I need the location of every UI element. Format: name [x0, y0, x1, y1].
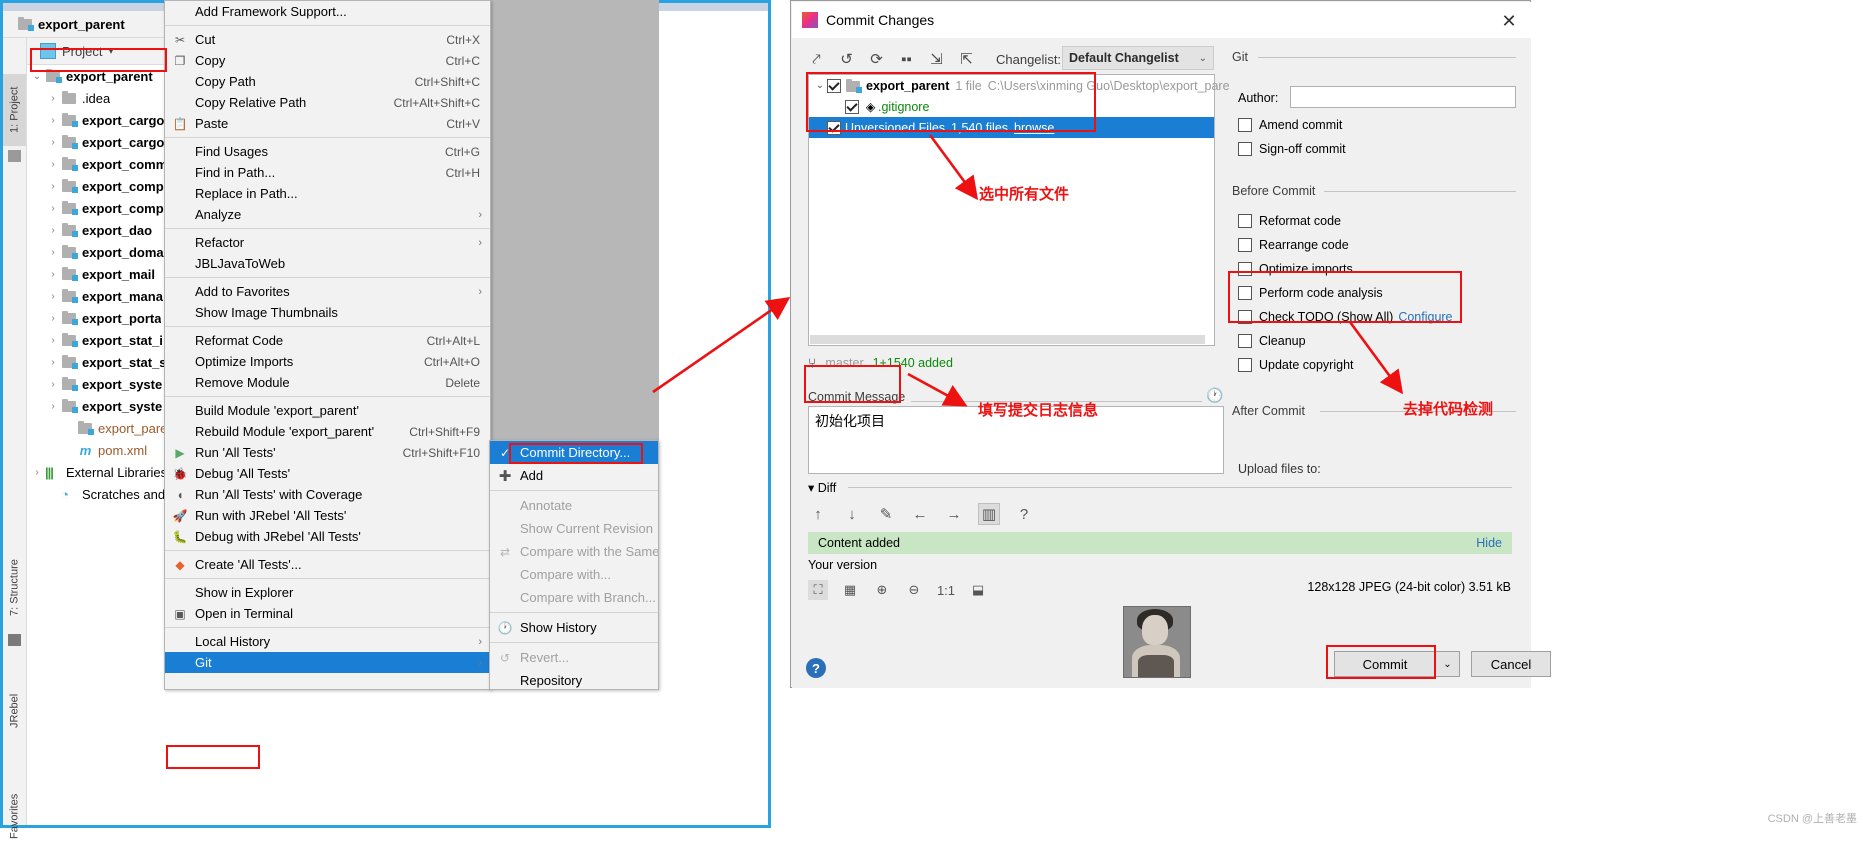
annotation-box-commit-message [804, 365, 901, 403]
annotation-box-before-commit [1228, 271, 1462, 323]
annotation-box-project-root [30, 48, 167, 72]
annotation-text: 选中所有文件 [979, 186, 1070, 203]
annotation-box-git-item [166, 745, 260, 769]
annotation-box-file-list [806, 72, 1096, 132]
annotation-text: 去掉代码检测 [1403, 401, 1494, 418]
annotation-text: 填写提交日志信息 [978, 402, 1099, 419]
annotation-box-commit-button [1326, 645, 1436, 679]
annotation-box-commit-directory [509, 443, 643, 464]
